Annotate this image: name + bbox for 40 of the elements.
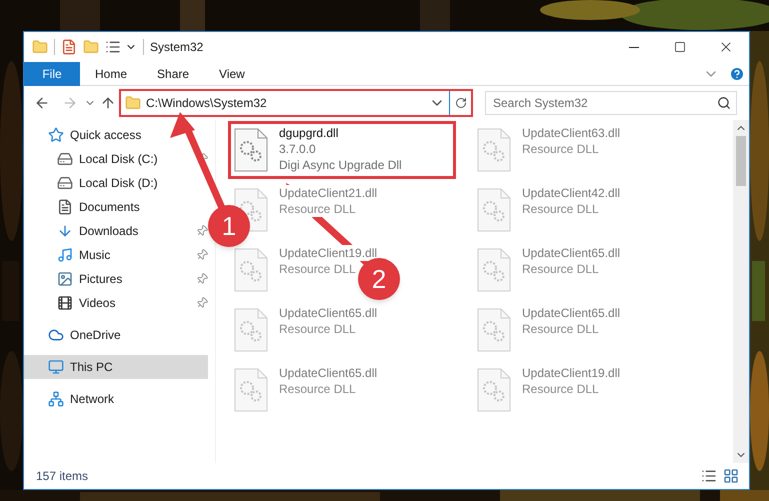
sidebar-item[interactable]: Documents xyxy=(24,195,148,219)
sidebar-item[interactable]: Network xyxy=(24,387,122,411)
file-name: UpdateClient21.dll xyxy=(279,185,378,201)
sidebar-item[interactable]: Pictures xyxy=(24,267,130,291)
file-tile[interactable]: dgupgrd.dll 3.7.0.0 Digi Async Upgrade Dll xyxy=(234,128,402,172)
ribbon-tab[interactable]: File xyxy=(24,62,80,86)
item-count: 157 items xyxy=(36,468,88,485)
file-tile[interactable]: UpdateClient65.dll Resource DLL xyxy=(477,308,620,352)
file-detail: Resource DLL xyxy=(279,201,356,217)
file-name: UpdateClient63.dll xyxy=(522,125,620,141)
file-tile[interactable]: UpdateClient21.dll Resource DLL xyxy=(234,188,378,232)
ribbon-tab[interactable]: Home xyxy=(80,62,142,86)
file-name: UpdateClient19.dll xyxy=(522,365,620,381)
sidebar-item[interactable]: Music xyxy=(24,243,118,267)
sidebar-item[interactable]: Downloads xyxy=(24,219,146,243)
file-tile[interactable]: UpdateClient42.dll Resource DLL xyxy=(477,188,620,232)
sidebar-item[interactable]: Videos xyxy=(24,291,124,315)
ribbon-tab[interactable]: Share xyxy=(142,62,204,86)
file-tile[interactable]: UpdateClient65.dll Resource DLL xyxy=(477,248,620,292)
address-field[interactable]: C:\Windows\System32 xyxy=(121,91,449,115)
sidebar-item[interactable]: This PC xyxy=(24,355,208,379)
window-title: System32 xyxy=(150,39,204,56)
sidebar-item[interactable]: Local Disk (D:) xyxy=(24,171,166,195)
file-tile[interactable]: UpdateClient65.dll Resource DLL xyxy=(234,308,378,352)
file-tile[interactable]: UpdateClient65.dll Resource DLL xyxy=(234,368,378,412)
sidebar-item[interactable]: Local Disk (C:) xyxy=(24,147,166,171)
file-name: UpdateClient65.dll xyxy=(279,305,378,321)
file-name: UpdateClient65.dll xyxy=(279,365,378,381)
file-name: UpdateClient65.dll xyxy=(522,305,620,321)
sidebar-item[interactable]: Quick access xyxy=(24,123,150,147)
file-name: UpdateClient42.dll xyxy=(522,185,620,201)
file-name: dgupgrd.dll xyxy=(279,125,338,141)
file-name: UpdateClient65.dll xyxy=(522,245,620,261)
sidebar-item[interactable]: OneDrive xyxy=(24,323,129,347)
search-field[interactable]: Search System32 xyxy=(485,91,737,115)
file-detail: Digi Async Upgrade Dll xyxy=(279,157,402,173)
file-name: UpdateClient19.dll xyxy=(279,245,378,261)
ribbon-tab[interactable]: View xyxy=(204,62,260,86)
file-tile[interactable]: UpdateClient19.dll Resource DLL xyxy=(477,368,620,412)
file-tile[interactable]: UpdateClient63.dll Resource DLL xyxy=(477,128,620,172)
